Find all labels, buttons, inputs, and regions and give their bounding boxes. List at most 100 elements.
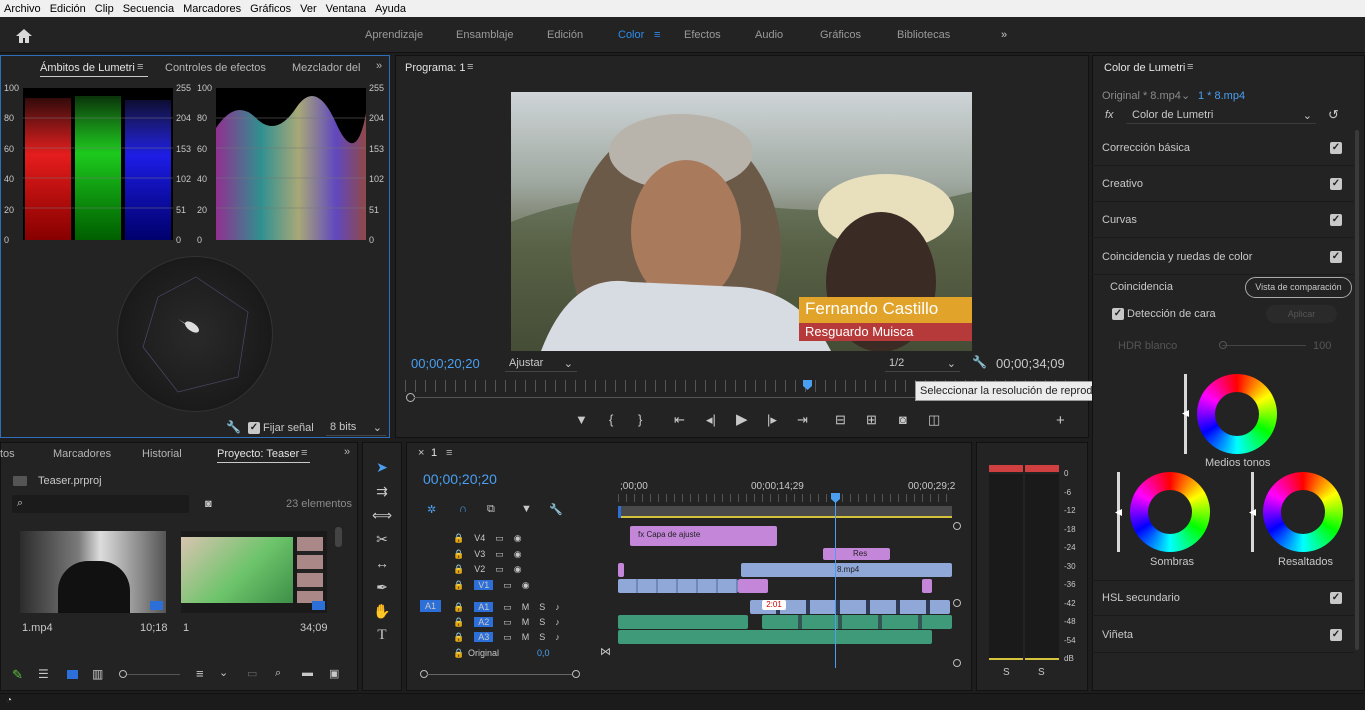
mark-in-icon[interactable]: { (609, 412, 613, 427)
lock-icon[interactable]: 🔒 (453, 564, 464, 575)
step-back-icon[interactable]: ◂| (706, 412, 716, 428)
original-value[interactable]: 0,0 (537, 648, 550, 658)
workspace-menu-icon[interactable]: ≡ (654, 29, 660, 41)
mic-icon[interactable]: ♪ (555, 602, 560, 612)
bit-depth-dropdown[interactable]: 8 bits ⌄ (326, 418, 386, 436)
freeform-view-icon[interactable]: ▥ (92, 667, 103, 681)
h-scroll-bar[interactable] (427, 674, 573, 675)
panel-menu-icon[interactable]: ≡ (446, 447, 452, 459)
go-to-in-icon[interactable]: ⇤ (674, 412, 685, 428)
workspace-audio[interactable]: Audio (755, 29, 783, 41)
source-patch-a1[interactable]: A1 (420, 600, 442, 612)
project-sequence-thumbnail[interactable] (181, 531, 327, 613)
clip-adjustment-layer[interactable]: fx Capa de ajuste (630, 526, 777, 546)
lumetri-sequence-clip[interactable]: 1 * 8.mp4 (1198, 90, 1245, 102)
project-item-thumbnail[interactable] (20, 531, 166, 613)
clip-v1-sequence[interactable] (618, 579, 738, 593)
section-curves[interactable]: Curvas ✓ (1092, 202, 1354, 238)
close-tab-icon[interactable]: × (418, 447, 424, 459)
workspace-color[interactable]: Color (618, 29, 644, 41)
solo-icon[interactable]: S (539, 632, 545, 642)
ripple-edit-tool-icon[interactable]: ⟺ (372, 507, 392, 527)
tab-effect-controls[interactable]: Controles de efectos (165, 62, 266, 74)
menu-edicion[interactable]: Edición (50, 3, 86, 15)
clip-a2-left[interactable] (618, 615, 748, 629)
clip-v1-end[interactable] (922, 579, 932, 593)
snap-icon[interactable]: ∩ (459, 503, 467, 515)
step-forward-icon[interactable]: |▸ (767, 412, 777, 428)
chevron-down-icon[interactable]: ⌄ (1181, 89, 1190, 102)
tab-audio-mixer[interactable]: Mezclador del (292, 62, 360, 74)
sync-icon[interactable]: ▭ (503, 617, 512, 628)
section-color-wheels[interactable]: Coincidencia y ruedas de color ✓ (1092, 239, 1354, 275)
sync-icon[interactable]: ▭ (495, 549, 504, 560)
lock-icon[interactable]: 🔒 (453, 549, 464, 560)
add-button-icon[interactable]: + (1056, 412, 1065, 429)
sync-icon[interactable]: ▭ (503, 580, 512, 591)
more-workspaces-icon[interactable]: » (1001, 29, 1007, 41)
work-area-start[interactable] (618, 506, 621, 518)
track-label[interactable]: A3 (474, 632, 494, 642)
add-marker-icon[interactable]: ▼ (575, 412, 588, 427)
menu-graficos[interactable]: Gráficos (250, 3, 291, 15)
h-scroll-right-handle[interactable] (572, 670, 580, 678)
lift-icon[interactable]: ⊟ (835, 412, 846, 428)
section-basic-correction[interactable]: Corrección básica ✓ (1092, 130, 1354, 166)
clip-v2-edge[interactable] (618, 563, 624, 577)
wrench-icon[interactable]: 🔧 (226, 420, 241, 434)
panel-menu-icon[interactable]: ≡ (467, 61, 473, 73)
section-enable-checkbox[interactable]: ✓ (1330, 141, 1342, 154)
nest-icon[interactable]: ✲ (427, 503, 436, 516)
section-enable-checkbox[interactable]: ✓ (1330, 628, 1342, 641)
type-tool-icon[interactable]: T (372, 627, 392, 647)
workspace-edicion[interactable]: Edición (547, 29, 583, 41)
menu-ver[interactable]: Ver (300, 3, 317, 15)
tab-lumetri-scopes[interactable]: Ámbitos de Lumetri (40, 62, 135, 74)
menu-marcadores[interactable]: Marcadores (183, 3, 241, 15)
fit-dropdown[interactable]: Ajustar ⌄ (505, 354, 577, 372)
program-timecode[interactable]: 00;00;20;20 (411, 356, 480, 371)
pen-tool-icon[interactable]: ✒ (372, 579, 392, 599)
timeline-tab[interactable]: 1 (431, 447, 437, 459)
effect-dropdown[interactable]: Color de Lumetri ⌄ (1126, 106, 1316, 124)
clip-v1-fx[interactable] (738, 579, 768, 593)
chevron-down-icon[interactable]: ⌄ (219, 666, 228, 679)
solo-left-button[interactable]: S (1003, 667, 1010, 678)
panel-menu-icon[interactable]: ≡ (1187, 61, 1193, 73)
sync-icon[interactable]: ▭ (503, 602, 512, 613)
menu-secuencia[interactable]: Secuencia (123, 3, 174, 15)
section-enable-checkbox[interactable]: ✓ (1330, 213, 1342, 226)
comparison-view-icon[interactable]: ◫ (928, 412, 940, 428)
lumetri-scrollbar[interactable] (1355, 130, 1359, 650)
sync-icon[interactable]: ▭ (503, 632, 512, 643)
clip-a3[interactable] (618, 630, 932, 644)
solo-icon[interactable]: S (539, 617, 545, 627)
mic-icon[interactable]: ♪ (555, 617, 560, 627)
workspace-graficos[interactable]: Gráficos (820, 29, 861, 41)
menu-ventana[interactable]: Ventana (326, 3, 366, 15)
tab-partial[interactable]: tos (0, 448, 15, 460)
timeline-timecode[interactable]: 00;00;20;20 (423, 471, 497, 487)
new-bin-icon[interactable]: ▬ (302, 667, 313, 679)
panel-menu-icon[interactable]: ≡ (301, 447, 307, 459)
timeline-playhead-line[interactable] (835, 502, 836, 668)
work-area-bar[interactable] (618, 506, 952, 518)
sync-icon[interactable]: ▭ (495, 533, 504, 544)
add-marker-icon[interactable]: ▼ (521, 503, 532, 515)
face-detect-checkbox[interactable]: ✓ (1112, 308, 1124, 320)
sort-icon[interactable]: ≡ (196, 666, 204, 681)
mute-icon[interactable]: M (522, 617, 530, 627)
section-enable-checkbox[interactable]: ✓ (1330, 177, 1342, 190)
section-hsl-secondary[interactable]: HSL secundario ✓ (1092, 580, 1354, 616)
new-item-icon[interactable]: ▣ (329, 667, 339, 680)
mute-icon[interactable]: M (522, 602, 530, 612)
razor-tool-icon[interactable]: ✂ (372, 531, 392, 551)
export-frame-icon[interactable]: ◙ (899, 412, 907, 427)
match-frame-icon[interactable]: ⋈ (600, 645, 611, 658)
play-icon[interactable]: ▶ (736, 410, 748, 428)
selection-tool-icon[interactable]: ➤ (372, 459, 392, 479)
menu-archivo[interactable]: Archivo (4, 3, 41, 15)
section-vignette[interactable]: Viñeta ✓ (1092, 617, 1354, 653)
automate-icon[interactable]: ▭ (247, 667, 257, 680)
track-select-tool-icon[interactable]: ⇉ (372, 483, 392, 503)
